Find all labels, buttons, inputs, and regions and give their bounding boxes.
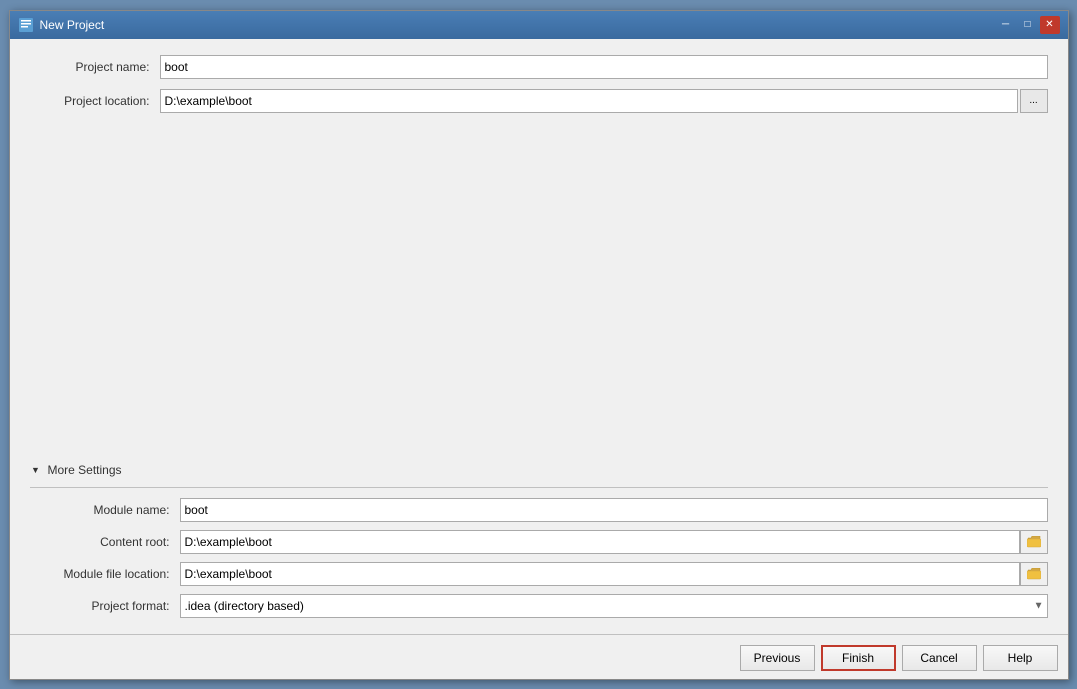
new-project-dialog: New Project ─ □ ✕ Project name: Project …: [9, 10, 1069, 680]
project-name-input[interactable]: [160, 55, 1048, 79]
content-root-field-group: [180, 530, 1048, 554]
more-settings-label: More Settings: [48, 463, 122, 477]
content-root-row: Content root:: [30, 530, 1048, 554]
help-button[interactable]: Help: [983, 645, 1058, 671]
title-bar: New Project ─ □ ✕: [10, 11, 1068, 39]
content-root-input[interactable]: [180, 530, 1020, 554]
settings-grid: Module name: Content root:: [30, 498, 1048, 618]
project-location-row: Project location: ...: [30, 89, 1048, 113]
previous-button[interactable]: Previous: [740, 645, 815, 671]
help-label: Help: [1008, 651, 1033, 665]
module-file-location-field-group: [180, 562, 1048, 586]
window-title: New Project: [40, 18, 996, 32]
project-name-row: Project name:: [30, 55, 1048, 79]
close-button[interactable]: ✕: [1040, 16, 1060, 34]
cancel-button[interactable]: Cancel: [902, 645, 977, 671]
module-file-location-input[interactable]: [180, 562, 1020, 586]
previous-label: Previous: [754, 651, 801, 665]
window-icon: [18, 17, 34, 33]
project-format-label: Project format:: [30, 599, 180, 613]
finish-button[interactable]: Finish: [821, 645, 896, 671]
folder-icon-2: [1027, 568, 1041, 580]
project-location-input[interactable]: [160, 89, 1018, 113]
button-bar: Previous Finish Cancel Help: [10, 634, 1068, 679]
project-location-label: Project location:: [30, 94, 160, 108]
project-name-label: Project name:: [30, 60, 160, 74]
title-bar-controls: ─ □ ✕: [996, 16, 1060, 34]
content-root-label: Content root:: [30, 535, 180, 549]
separator: [30, 487, 1048, 488]
maximize-button[interactable]: □: [1018, 16, 1038, 34]
module-name-label: Module name:: [30, 503, 180, 517]
window-body: Project name: Project location: ... ▼ Mo…: [10, 39, 1068, 634]
module-name-input[interactable]: [180, 498, 1048, 522]
cancel-label: Cancel: [920, 651, 957, 665]
more-settings-section: ▼ More Settings Module name: Content roo…: [30, 463, 1048, 618]
module-file-location-label: Module file location:: [30, 567, 180, 581]
content-root-browse-button[interactable]: [1020, 530, 1048, 554]
folder-icon: [1027, 536, 1041, 548]
finish-label: Finish: [842, 651, 874, 665]
minimize-button[interactable]: ─: [996, 16, 1016, 34]
module-file-location-row: Module file location:: [30, 562, 1048, 586]
project-format-row: Project format: .idea (directory based) …: [30, 594, 1048, 618]
more-settings-header[interactable]: ▼ More Settings: [30, 463, 1048, 477]
module-file-location-browse-button[interactable]: [1020, 562, 1048, 586]
spacer: [30, 123, 1048, 463]
browse-button[interactable]: ...: [1020, 89, 1048, 113]
project-format-select[interactable]: .idea (directory based) .ipr (file based…: [180, 594, 1048, 618]
module-name-row: Module name:: [30, 498, 1048, 522]
more-settings-arrow-icon: ▼: [30, 464, 42, 476]
project-format-select-wrapper: .idea (directory based) .ipr (file based…: [180, 594, 1048, 618]
